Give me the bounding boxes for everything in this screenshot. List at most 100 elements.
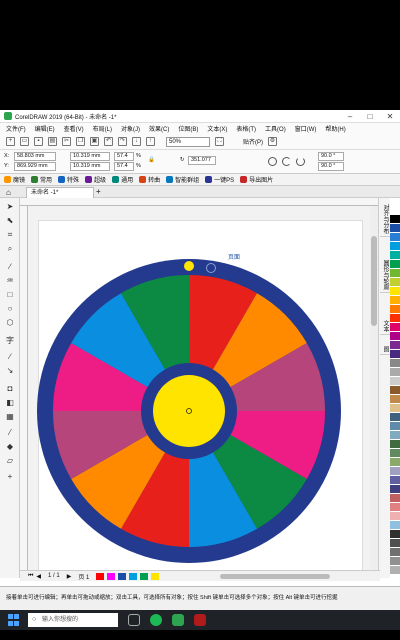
- palette-swatch[interactable]: [390, 404, 400, 413]
- wheel-top-marker[interactable]: [184, 261, 194, 271]
- palette-swatch[interactable]: [390, 350, 400, 359]
- palette-swatch[interactable]: [390, 422, 400, 431]
- doc-swatch-magenta[interactable]: [107, 572, 116, 580]
- cut-icon[interactable]: ✂: [62, 137, 71, 146]
- docker-tab-text[interactable]: 文本: [380, 318, 390, 335]
- recorder-taskbar-icon[interactable]: [194, 614, 206, 626]
- plugin-smart-group[interactable]: 智能群组: [166, 175, 199, 184]
- windows-start-icon[interactable]: [8, 614, 20, 626]
- scale-x-field[interactable]: 57.4: [114, 152, 134, 161]
- task-view-icon[interactable]: [128, 614, 140, 626]
- menu-file[interactable]: 文件(F): [6, 124, 26, 133]
- palette-swatch[interactable]: [390, 278, 400, 287]
- menu-tools[interactable]: 工具(O): [265, 124, 286, 133]
- plugin-magic-mirror[interactable]: 魔镜: [4, 175, 25, 184]
- pick-tool-icon[interactable]: ➤: [5, 202, 15, 211]
- plugin-one-click-ps[interactable]: 一键PS: [205, 175, 234, 184]
- palette-swatch[interactable]: [390, 566, 400, 575]
- palette-swatch[interactable]: [390, 485, 400, 494]
- snap-to-button[interactable]: 贴齐(P): [243, 137, 263, 146]
- palette-swatch[interactable]: [390, 503, 400, 512]
- vertical-scroll-thumb[interactable]: [371, 236, 377, 326]
- wheel-hub[interactable]: [153, 375, 225, 447]
- menu-table[interactable]: 表格(T): [236, 124, 256, 133]
- plugin-super[interactable]: 超级: [85, 175, 106, 184]
- docker-tab-image[interactable]: 图: [380, 344, 390, 355]
- coreldraw-taskbar-icon[interactable]: [172, 614, 184, 626]
- transparency-tool-icon[interactable]: ◧: [5, 398, 15, 407]
- undo-icon[interactable]: ↶: [104, 137, 113, 146]
- y-position-field[interactable]: 869.929 mm: [14, 162, 56, 171]
- palette-swatch[interactable]: [390, 440, 400, 449]
- fullscreen-icon[interactable]: ⛶: [215, 137, 224, 146]
- plugin-special[interactable]: 特殊: [58, 175, 79, 184]
- wechat-icon[interactable]: [150, 614, 162, 626]
- menu-view[interactable]: 查看(V): [64, 124, 84, 133]
- palette-swatch[interactable]: [390, 332, 400, 341]
- horizontal-scroll-thumb[interactable]: [220, 574, 330, 579]
- palette-swatch[interactable]: [390, 521, 400, 530]
- plugin-convert-curves[interactable]: 转曲: [139, 175, 160, 184]
- palette-swatch[interactable]: [390, 395, 400, 404]
- shape-tool-icon[interactable]: ⬉: [5, 216, 15, 225]
- taskbar-search-input[interactable]: 输入你想搜的: [28, 613, 118, 627]
- arc-shape-icon[interactable]: [296, 157, 305, 166]
- menu-window[interactable]: 窗口(W): [295, 124, 317, 133]
- palette-swatch[interactable]: [390, 548, 400, 557]
- palette-swatch[interactable]: [390, 260, 400, 269]
- palette-swatch[interactable]: [390, 449, 400, 458]
- artistic-media-icon[interactable]: ♒: [5, 276, 15, 285]
- palette-swatch[interactable]: [390, 413, 400, 422]
- palette-swatch[interactable]: [390, 242, 400, 251]
- zoom-tool-icon[interactable]: ⌕: [5, 244, 15, 253]
- palette-swatch[interactable]: [390, 269, 400, 278]
- page-1-tab[interactable]: 页 1: [78, 572, 89, 581]
- pie-shape-icon[interactable]: [282, 157, 291, 166]
- palette-swatch[interactable]: [390, 296, 400, 305]
- text-tool-icon[interactable]: 字: [5, 336, 15, 345]
- palette-swatch[interactable]: [390, 476, 400, 485]
- menu-text[interactable]: 文本(X): [207, 124, 227, 133]
- palette-swatch[interactable]: [390, 368, 400, 377]
- palette-swatch[interactable]: [390, 314, 400, 323]
- parallel-dimension-icon[interactable]: ∕: [5, 352, 15, 361]
- save-icon[interactable]: ▪: [34, 137, 43, 146]
- palette-swatch[interactable]: [390, 512, 400, 521]
- open-folder-icon[interactable]: ▭: [20, 137, 29, 146]
- ellipse-tool-icon[interactable]: ○: [5, 304, 15, 313]
- first-page-icon[interactable]: ⏮: [28, 573, 33, 580]
- paste-icon[interactable]: ▣: [90, 137, 99, 146]
- rotation-field[interactable]: 351.077: [188, 156, 216, 165]
- palette-swatch[interactable]: [390, 431, 400, 440]
- x-position-field[interactable]: 58.803 mm: [14, 152, 56, 161]
- palette-swatch[interactable]: [390, 377, 400, 386]
- height-field[interactable]: 10.319 mm: [70, 162, 110, 171]
- doc-swatch-blue[interactable]: [118, 572, 127, 580]
- width-field[interactable]: 10.319 mm: [70, 152, 110, 161]
- doc-swatch-green[interactable]: [140, 572, 149, 580]
- plugin-export-image[interactable]: 导出图片: [240, 175, 273, 184]
- pattern-tool-icon[interactable]: ▦: [5, 412, 15, 421]
- maximize-button[interactable]: □: [360, 112, 380, 121]
- add-tool-icon[interactable]: +: [5, 472, 15, 481]
- copy-icon[interactable]: ❐: [76, 137, 85, 146]
- palette-swatch[interactable]: [390, 233, 400, 242]
- palette-swatch[interactable]: [390, 287, 400, 296]
- document-tab[interactable]: 未命名 -1*: [26, 187, 94, 198]
- add-tab-icon[interactable]: +: [96, 187, 101, 196]
- new-file-icon[interactable]: +: [6, 137, 15, 146]
- palette-swatch[interactable]: [390, 224, 400, 233]
- palette-swatch[interactable]: [390, 458, 400, 467]
- palette-swatch[interactable]: [390, 557, 400, 566]
- menu-layout[interactable]: 布局(L): [93, 124, 112, 133]
- palette-swatch[interactable]: [390, 386, 400, 395]
- connector-tool-icon[interactable]: ↘: [5, 366, 15, 375]
- palette-swatch[interactable]: [390, 206, 400, 215]
- next-page-icon[interactable]: ▶: [67, 573, 72, 580]
- menu-bitmaps[interactable]: 位图(B): [178, 124, 198, 133]
- doc-swatch-red[interactable]: [96, 572, 105, 580]
- palette-swatch[interactable]: [390, 467, 400, 476]
- settings-gear-icon[interactable]: ⚙: [268, 137, 277, 146]
- color-palette[interactable]: [390, 206, 400, 578]
- polygon-tool-icon[interactable]: ⬡: [5, 318, 15, 327]
